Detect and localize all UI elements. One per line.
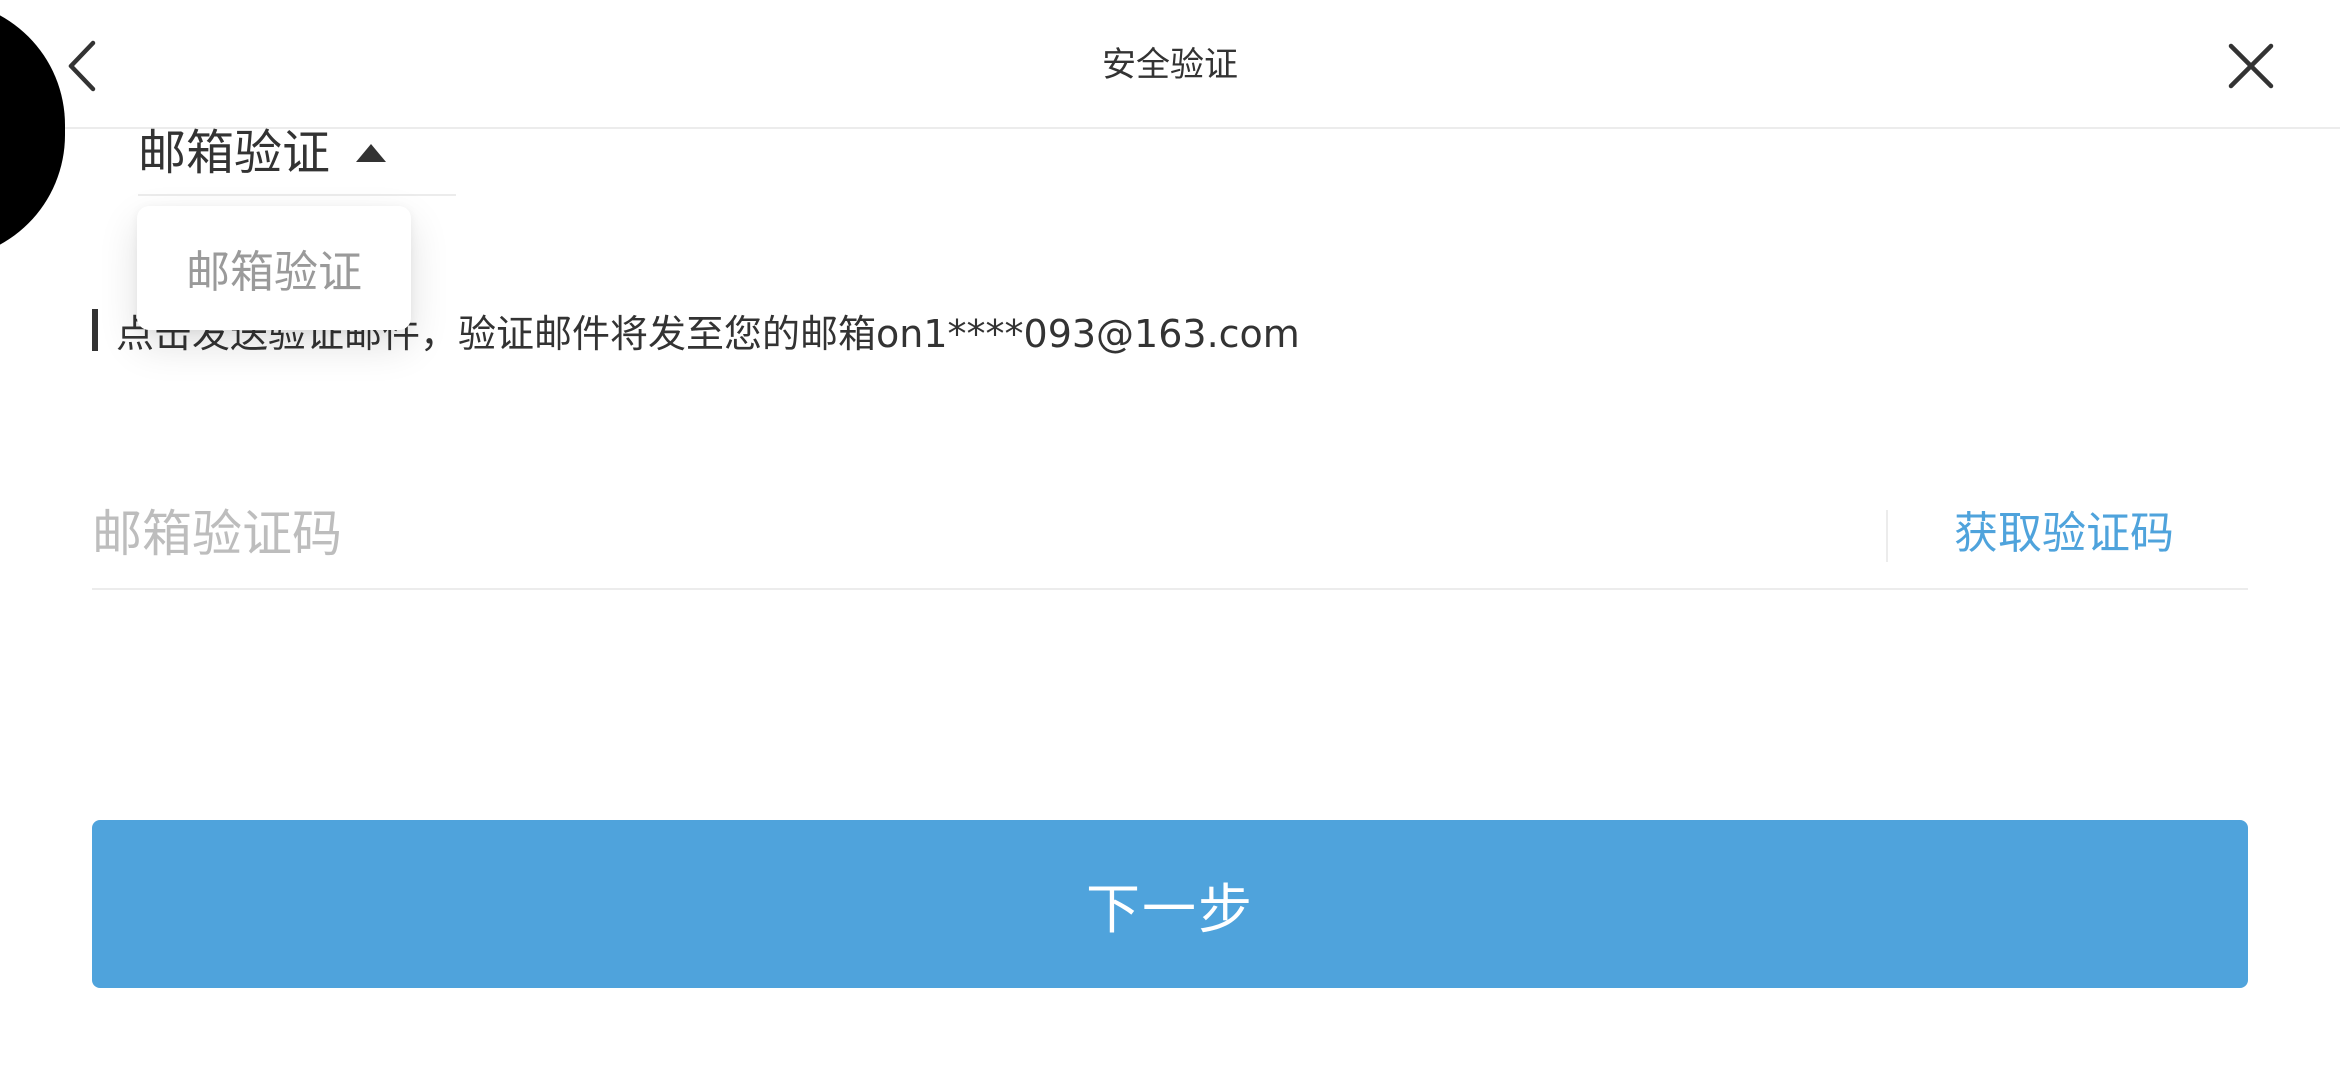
method-dropdown: 邮箱验证 [137,206,411,330]
caret-up-icon [356,144,387,162]
top-bar: 安全验证 [0,0,2340,129]
verification-method-selector[interactable]: 邮箱验证 [138,112,456,196]
code-divider [1886,510,1888,562]
info-accent-bar [92,309,98,351]
next-step-label: 下一步 [1086,879,1254,940]
code-input-row: 获取验证码 [92,470,2248,590]
dropdown-option-email[interactable]: 邮箱验证 [186,236,362,300]
next-step-button[interactable]: 下一步 [92,820,2248,988]
get-code-button[interactable]: 获取验证码 [1954,504,2174,564]
close-button[interactable] [2218,28,2284,104]
selected-method-label: 邮箱验证 [138,125,331,181]
close-icon [2228,43,2274,89]
security-verification-page: 安全验证 邮箱验证 点击发送验证邮件，验证邮件将发至您的邮箱on1****093… [0,0,2340,1080]
page-title: 安全验证 [1102,45,1238,85]
email-code-input[interactable] [92,496,1792,572]
